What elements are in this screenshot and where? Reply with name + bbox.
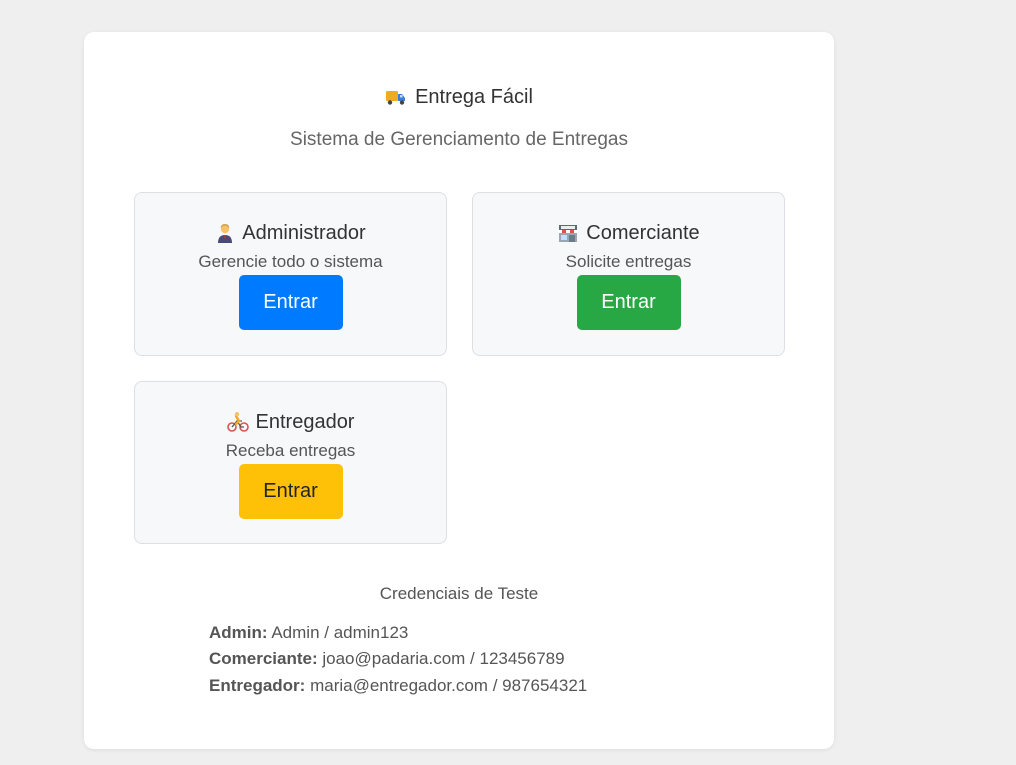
merchant-enter-button[interactable]: Entrar: [576, 275, 681, 330]
role-description: Receba entregas: [225, 441, 356, 460]
login-card: Entrega Fácil Sistema de Gerenciamento d…: [84, 32, 834, 749]
credential-line-admin: Admin: Admin / admin123: [209, 623, 408, 643]
admin-person-icon: [215, 222, 235, 244]
credential-label: Admin:: [209, 623, 268, 642]
role-description: Solicite entregas: [565, 252, 692, 271]
role-card-courier: Entregador Receba entregas Entrar: [134, 381, 447, 544]
role-card-merchant: Comerciante Solicite entregas Entrar: [472, 192, 785, 356]
credential-value: joao@padaria.com / 123456789: [322, 649, 565, 668]
courier-enter-button[interactable]: Entrar: [238, 464, 343, 519]
role-description: Gerencie todo o sistema: [198, 252, 383, 271]
credential-line-merchant: Comerciante: joao@padaria.com / 12345678…: [209, 649, 565, 669]
delivery-truck-icon: [385, 88, 407, 106]
credential-line-courier: Entregador: maria@entregador.com / 98765…: [209, 676, 587, 696]
credentials-title: Credenciais de Teste: [379, 584, 539, 603]
credential-label: Entregador:: [209, 676, 306, 695]
admin-enter-button[interactable]: Entrar: [238, 275, 343, 330]
app-title: Entrega Fácil: [415, 85, 533, 108]
role-header: Entregador: [135, 410, 446, 434]
role-name: Administrador: [242, 221, 366, 244]
store-icon: [557, 223, 579, 243]
app-title-row: Entrega Fácil: [84, 84, 834, 110]
role-name: Entregador: [255, 410, 355, 433]
role-card-admin: Administrador Gerencie todo o sistema En…: [134, 192, 447, 356]
credential-label: Comerciante:: [209, 649, 318, 668]
credential-value: Admin / admin123: [271, 623, 409, 642]
role-name: Comerciante: [586, 221, 700, 244]
credential-value: maria@entregador.com / 987654321: [310, 676, 588, 695]
cyclist-icon: [226, 411, 249, 433]
app-subtitle: Sistema de Gerenciamento de Entregas: [290, 129, 628, 150]
role-header: Comerciante: [473, 221, 784, 245]
role-header: Administrador: [135, 221, 446, 245]
